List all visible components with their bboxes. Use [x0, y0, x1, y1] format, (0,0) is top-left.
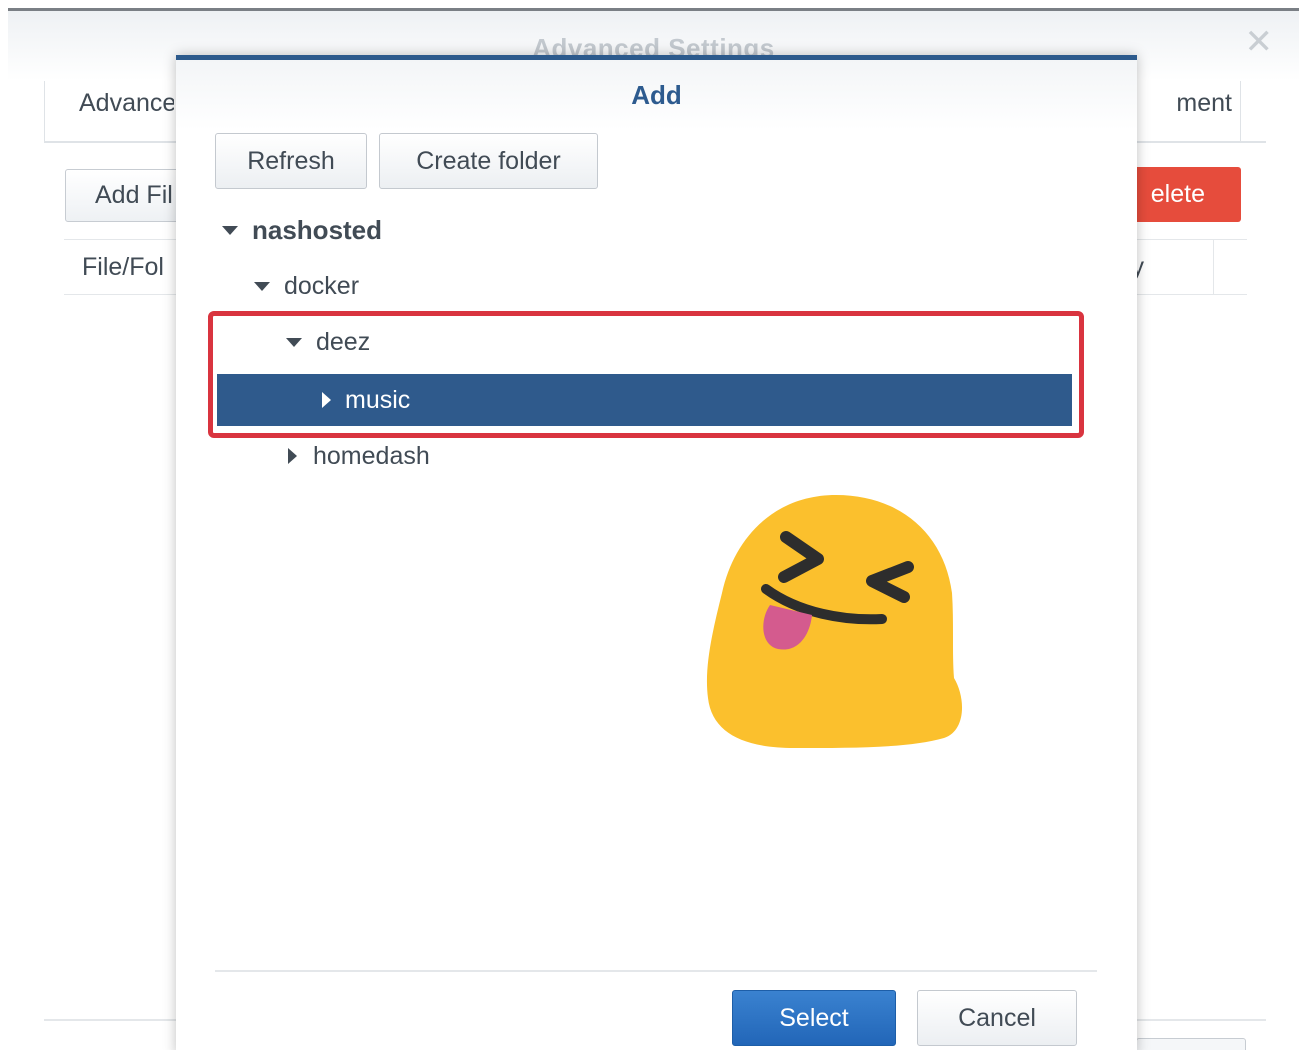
chevron-down-icon[interactable] [286, 337, 302, 347]
column-header-file-folder[interactable]: File/Fol [82, 240, 182, 294]
cancel-button[interactable]: Cancel [917, 990, 1077, 1046]
squinting-face-with-tongue-emoji-icon [706, 495, 963, 748]
dialog-header: Add [176, 60, 1137, 130]
tab-advanced[interactable]: Advance [44, 81, 174, 141]
tree-node-label: homedash [313, 441, 430, 470]
select-button[interactable]: Select [732, 990, 896, 1046]
chevron-right-icon[interactable] [322, 392, 331, 408]
tree-node-docker[interactable]: docker [254, 260, 359, 312]
dialog-title: Add [631, 80, 682, 110]
tree-node-label: docker [284, 271, 360, 300]
close-icon[interactable]: ✕ [1245, 25, 1274, 59]
tree-node-deez[interactable]: deez [286, 316, 370, 368]
refresh-button[interactable]: Refresh [215, 133, 367, 189]
tree-node-homedash[interactable]: homedash [288, 430, 430, 482]
background-footer-button[interactable] [1136, 1038, 1246, 1050]
chevron-down-icon[interactable] [254, 281, 270, 291]
chevron-right-icon[interactable] [288, 448, 297, 464]
tree-node-nashosted[interactable]: nashosted [222, 204, 382, 256]
chevron-down-icon[interactable] [222, 225, 238, 235]
create-folder-button[interactable]: Create folder [379, 133, 598, 189]
tab-management[interactable]: ment [1161, 81, 1241, 141]
column-header-readonly[interactable]: ly [1126, 240, 1214, 294]
tree-node-label: music [345, 385, 411, 414]
add-folder-dialog: Add Refresh Create folder nashosted dock… [176, 55, 1137, 1050]
tree-node-label: nashosted [252, 214, 383, 245]
tree-node-music-selected[interactable]: music [217, 374, 1072, 426]
dialog-footer-divider [215, 970, 1097, 972]
tree-node-label: deez [316, 327, 371, 356]
